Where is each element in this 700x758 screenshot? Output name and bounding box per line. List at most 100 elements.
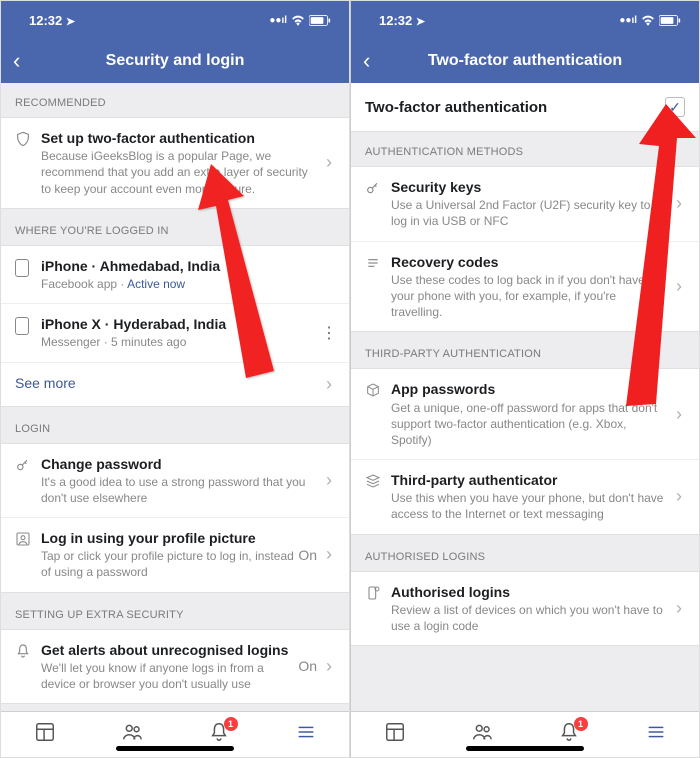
chevron-right-icon: › <box>319 374 339 395</box>
row-desc: Use these codes to log back in if you do… <box>391 272 665 321</box>
row-title: Change password <box>41 455 315 473</box>
page-title: Security and login <box>1 52 349 70</box>
key-icon <box>15 457 31 473</box>
row-title: App passwords <box>391 380 665 398</box>
row-desc: Because iGeeksBlog is a popular Page, we… <box>41 148 315 197</box>
row-sub: Facebook app · Active now <box>41 276 335 292</box>
section-header-extra: SETTING UP EXTRA SECURITY <box>1 595 349 629</box>
chevron-right-icon: › <box>669 193 689 214</box>
signal-icon: ●●ıl <box>269 15 287 26</box>
tab-menu[interactable] <box>645 721 667 748</box>
wifi-icon <box>641 14 655 26</box>
bell-icon <box>15 643 31 659</box>
chevron-right-icon: › <box>669 598 689 619</box>
row-title: Set up two-factor authentication <box>41 129 315 147</box>
signal-icon: ●●ıl <box>619 15 637 26</box>
section-header-recommended: RECOMMENDED <box>1 83 349 117</box>
section-header-auth-methods: AUTHENTICATION METHODS <box>351 132 699 166</box>
status-right: ●●ıl <box>619 14 681 26</box>
row-desc: It's a good idea to use a strong passwor… <box>41 474 315 506</box>
row-recovery-codes[interactable]: Recovery codes Use these codes to log ba… <box>351 241 699 332</box>
row-title: Authorised logins <box>391 583 665 601</box>
chevron-right-icon: › <box>669 486 689 507</box>
nav-bar: ‹ Two-factor authentication <box>351 39 699 83</box>
phone-icon <box>15 317 29 335</box>
page-title: Two-factor authentication <box>351 52 699 70</box>
screen-security-login: 12:32 ➤ ●●ıl ‹ Security and login RECOMM… <box>0 0 350 758</box>
see-more-label: See more <box>15 374 315 392</box>
layers-icon <box>365 473 381 489</box>
row-title: Recovery codes <box>391 253 665 271</box>
screen-two-factor: 12:32 ➤ ●●ıl ‹ Two-factor authentication… <box>350 0 700 758</box>
chevron-right-icon: › <box>669 404 689 425</box>
status-time: 12:32 ➤ <box>379 13 425 28</box>
card-auth-methods: Security keys Use a Universal 2nd Factor… <box>351 166 699 332</box>
profile-picture-icon <box>15 531 31 547</box>
battery-icon <box>309 15 331 26</box>
row-authorised-logins[interactable]: Authorised logins Review a list of devic… <box>351 572 699 646</box>
back-button[interactable]: ‹ <box>363 48 370 74</box>
row-session-1[interactable]: iPhone X · Hyderabad, India Messenger · … <box>1 303 349 361</box>
status-bar: 12:32 ➤ ●●ıl <box>1 1 349 39</box>
row-security-keys[interactable]: Security keys Use a Universal 2nd Factor… <box>351 167 699 241</box>
toggle-label: Two-factor authentication <box>365 99 547 116</box>
row-desc: Use a Universal 2nd Factor (U2F) securit… <box>391 197 665 229</box>
back-button[interactable]: ‹ <box>13 48 20 74</box>
more-dots-icon[interactable]: ⋮ <box>319 323 339 343</box>
card-authorised: Authorised logins Review a list of devic… <box>351 571 699 647</box>
location-arrow-icon: ➤ <box>66 16 75 28</box>
device-check-icon <box>365 585 381 601</box>
home-indicator <box>116 746 234 751</box>
row-change-password[interactable]: Change password It's a good idea to use … <box>1 444 349 518</box>
two-factor-toggle-row[interactable]: Two-factor authentication ✓ <box>351 83 699 132</box>
checkbox-checked-icon[interactable]: ✓ <box>665 97 685 117</box>
tab-feed[interactable] <box>34 721 56 748</box>
row-setup-2fa[interactable]: Set up two-factor authentication Because… <box>1 118 349 208</box>
row-app-passwords[interactable]: App passwords Get a unique, one-off pass… <box>351 369 699 459</box>
tab-menu[interactable] <box>295 721 317 748</box>
content-scroll[interactable]: RECOMMENDED Set up two-factor authentica… <box>1 83 349 711</box>
chevron-right-icon: › <box>669 276 689 297</box>
tab-notifications[interactable]: 1 <box>558 721 580 748</box>
row-profile-picture-login[interactable]: Log in using your profile picture Tap or… <box>1 517 349 592</box>
shield-icon <box>15 131 31 147</box>
row-title: Third-party authenticator <box>391 471 665 489</box>
notification-badge: 1 <box>224 717 238 731</box>
row-title: iPhone X · Hyderabad, India <box>41 315 315 333</box>
wifi-icon <box>291 14 305 26</box>
tab-notifications[interactable]: 1 <box>208 721 230 748</box>
row-title: Get alerts about unrecognised logins <box>41 641 294 659</box>
box-icon <box>365 382 381 398</box>
content-scroll[interactable]: Two-factor authentication ✓ AUTHENTICATI… <box>351 83 699 711</box>
tab-friends[interactable] <box>471 721 493 748</box>
card-third-party: App passwords Get a unique, one-off pass… <box>351 368 699 534</box>
row-desc: Use this when you have your phone, but d… <box>391 490 665 522</box>
dual-screenshot-wrapper: 12:32 ➤ ●●ıl ‹ Security and login RECOMM… <box>0 0 700 758</box>
phone-icon <box>15 259 29 277</box>
row-session-0[interactable]: iPhone · Ahmedabad, India Facebook app ·… <box>1 246 349 303</box>
battery-icon <box>659 15 681 26</box>
notification-badge: 1 <box>574 717 588 731</box>
row-sub: Messenger · 5 minutes ago <box>41 334 315 350</box>
row-title: Security keys <box>391 178 665 196</box>
row-desc: We'll let you know if anyone logs in fro… <box>41 660 294 692</box>
tab-friends[interactable] <box>121 721 143 748</box>
key-icon <box>365 180 381 196</box>
location-arrow-icon: ➤ <box>416 16 425 28</box>
status-right: ●●ıl <box>269 14 331 26</box>
row-alerts-unrecognised[interactable]: Get alerts about unrecognised logins We'… <box>1 630 349 704</box>
row-desc: Review a list of devices on which you wo… <box>391 602 665 634</box>
chevron-right-icon: › <box>319 656 339 677</box>
row-see-more[interactable]: See more › <box>1 362 349 406</box>
list-icon <box>365 255 381 271</box>
row-value: On <box>298 547 319 563</box>
card-extra-security: Get alerts about unrecognised logins We'… <box>1 629 349 705</box>
home-indicator <box>466 746 584 751</box>
card-recommended: Set up two-factor authentication Because… <box>1 117 349 209</box>
chevron-right-icon: › <box>319 544 339 565</box>
row-desc: Get a unique, one-off password for apps … <box>391 400 665 449</box>
row-third-party-authenticator[interactable]: Third-party authenticator Use this when … <box>351 459 699 534</box>
tab-feed[interactable] <box>384 721 406 748</box>
row-title: iPhone · Ahmedabad, India <box>41 257 335 275</box>
row-desc: Tap or click your profile picture to log… <box>41 548 294 580</box>
